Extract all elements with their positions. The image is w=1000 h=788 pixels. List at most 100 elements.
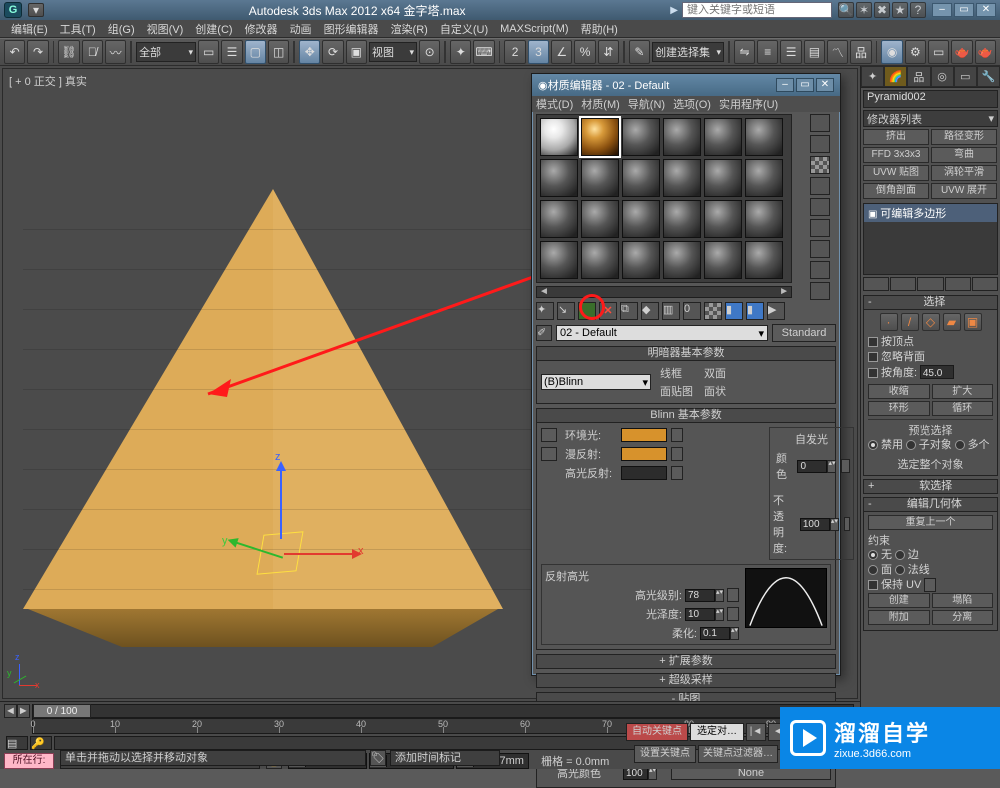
diffuse-lock[interactable]	[541, 447, 557, 461]
sample-slot-16[interactable]	[663, 200, 701, 238]
supersample-rollout-header[interactable]: + 超级采样	[536, 673, 836, 688]
so-element[interactable]: ▣	[964, 313, 982, 331]
assign-to-selection-button[interactable]	[578, 302, 596, 320]
viewport-label[interactable]: [ + 0 正交 ] 真实	[9, 73, 87, 89]
constraint-face[interactable]	[868, 565, 878, 575]
help-icon[interactable]: ?	[910, 2, 926, 18]
sample-slot-12[interactable]	[745, 159, 783, 197]
get-material-button[interactable]: ✦	[536, 302, 554, 320]
tab-create[interactable]: ✦	[861, 66, 884, 87]
specular-map-button[interactable]	[671, 466, 683, 480]
repeat-last-button[interactable]: 重复上一个	[868, 515, 993, 530]
undo-button[interactable]: ↶	[4, 40, 25, 64]
mirror-button[interactable]: ⇋	[734, 40, 755, 64]
sample-slot-5[interactable]	[704, 118, 742, 156]
soft-sel-rollout-header[interactable]: 软选择	[863, 479, 998, 494]
render-production-button[interactable]: 🫖	[951, 40, 972, 64]
trackbar-keys[interactable]: 🔑	[30, 736, 52, 750]
diffuse-map-button[interactable]	[671, 447, 683, 461]
time-slider-prev[interactable]: ◄	[4, 704, 17, 718]
spec-level-map-button[interactable]	[727, 588, 739, 602]
so-border[interactable]: ◇	[922, 313, 940, 331]
render-iterative-button[interactable]: 🫖	[975, 40, 996, 64]
sample-slot-2[interactable]	[581, 118, 619, 156]
mat-menu-material[interactable]: 材质(M)	[581, 96, 620, 112]
mat-close-button[interactable]: ✕	[816, 78, 834, 92]
material-name-combo[interactable]: 02 - Default	[556, 325, 768, 341]
sample-slot-21[interactable]	[622, 241, 660, 279]
extended-rollout-header[interactable]: + 扩展参数	[536, 654, 836, 669]
rendered-frame-button[interactable]: ▭	[928, 40, 949, 64]
menu-graph-editors[interactable]: 图形编辑器	[319, 21, 384, 37]
close-button[interactable]: ✕	[976, 3, 996, 17]
menu-group[interactable]: 组(G)	[103, 21, 140, 37]
self-illum-value[interactable]: 0	[797, 460, 827, 473]
grow-button[interactable]: 扩大	[932, 384, 994, 399]
soften-value[interactable]: 0.1	[700, 627, 730, 640]
blinn-basic-header[interactable]: Blinn 基本参数	[536, 408, 836, 423]
sample-slot-7[interactable]	[540, 159, 578, 197]
mod-uvw-unwrap[interactable]: UVW 展开	[931, 183, 997, 199]
loop-button[interactable]: 循环	[932, 401, 994, 416]
menu-tools[interactable]: 工具(T)	[55, 21, 101, 37]
tab-modify[interactable]: 🌈	[884, 66, 907, 87]
so-vertex[interactable]: ·	[880, 313, 898, 331]
window-cross-toggle[interactable]: ◫	[268, 40, 289, 64]
keyboard-shortcut-button[interactable]: ⌨	[473, 40, 494, 64]
so-edge[interactable]: /	[901, 313, 919, 331]
scale-button[interactable]: ▣	[346, 40, 367, 64]
mod-path-deform[interactable]: 路径变形	[931, 129, 997, 145]
constraint-normal[interactable]	[895, 565, 905, 575]
maximize-button[interactable]: ▭	[954, 3, 974, 17]
time-slider-knob[interactable]: 0 / 100	[33, 704, 91, 718]
stack-editable-poly[interactable]: ▣ 可编辑多边形	[864, 204, 997, 222]
put-to-library-button[interactable]: ▥	[662, 302, 680, 320]
mat-menu-util[interactable]: 实用程序(U)	[719, 96, 778, 112]
render-setup-button[interactable]: ⚙	[905, 40, 926, 64]
named-sel-combo[interactable]: 创建选择集	[652, 42, 724, 62]
redo-button[interactable]: ↷	[27, 40, 48, 64]
mat-menu-options[interactable]: 选项(O)	[673, 96, 711, 112]
background-button[interactable]	[810, 156, 830, 174]
ambient-lock[interactable]	[541, 428, 557, 442]
stack-config[interactable]	[972, 277, 998, 291]
make-copy-button[interactable]: ⧉	[620, 302, 638, 320]
constraint-none[interactable]	[868, 550, 878, 560]
stack-remove[interactable]	[945, 277, 971, 291]
go-parent-button[interactable]: ▮	[746, 302, 764, 320]
sample-slot-20[interactable]	[581, 241, 619, 279]
collapse-button[interactable]: 塌陷	[932, 593, 994, 608]
sample-slot-1[interactable]	[540, 118, 578, 156]
ambient-map-button[interactable]	[671, 428, 683, 442]
sample-slot-8[interactable]	[581, 159, 619, 197]
snap-toggle-2d[interactable]: 2	[504, 40, 525, 64]
tab-motion[interactable]: ◎	[931, 66, 954, 87]
schematic-view-button[interactable]: 品	[850, 40, 871, 64]
mod-extrude[interactable]: 挤出	[863, 129, 929, 145]
show-map-button[interactable]	[704, 302, 722, 320]
stack-unique[interactable]	[917, 277, 943, 291]
preview-multi-radio[interactable]	[955, 440, 965, 450]
graphite-button[interactable]: ▤	[804, 40, 825, 64]
preview-subobj-radio[interactable]	[906, 440, 916, 450]
goto-start-button[interactable]: |◄	[746, 723, 766, 741]
constraint-edge[interactable]	[895, 550, 905, 560]
gloss-map-button[interactable]	[727, 607, 739, 621]
search-icon[interactable]: 🔍	[838, 2, 854, 18]
edit-geo-rollout-header[interactable]: 编辑几何体	[863, 497, 998, 512]
sample-slot-22[interactable]	[663, 241, 701, 279]
selected-label[interactable]: 选定对…	[690, 723, 744, 741]
spec-level-value[interactable]: 78	[685, 589, 715, 602]
material-editor-button[interactable]: ◉	[881, 40, 902, 64]
go-forward-button[interactable]: ▶	[767, 302, 785, 320]
app-menu-chevron[interactable]: ▾	[28, 3, 44, 17]
mod-ffd[interactable]: FFD 3x3x3	[863, 147, 929, 163]
sample-slot-9[interactable]	[622, 159, 660, 197]
select-by-name-button[interactable]: ☰	[221, 40, 242, 64]
align-button[interactable]: ≡	[757, 40, 778, 64]
menu-rendering[interactable]: 渲染(R)	[386, 21, 433, 37]
script-listener-button[interactable]: 所在行:	[4, 753, 54, 769]
shader-combo[interactable]: (B)Blinn	[541, 374, 651, 390]
mod-bevel-profile[interactable]: 倒角剖面	[863, 183, 929, 199]
menu-help[interactable]: 帮助(H)	[576, 21, 623, 37]
